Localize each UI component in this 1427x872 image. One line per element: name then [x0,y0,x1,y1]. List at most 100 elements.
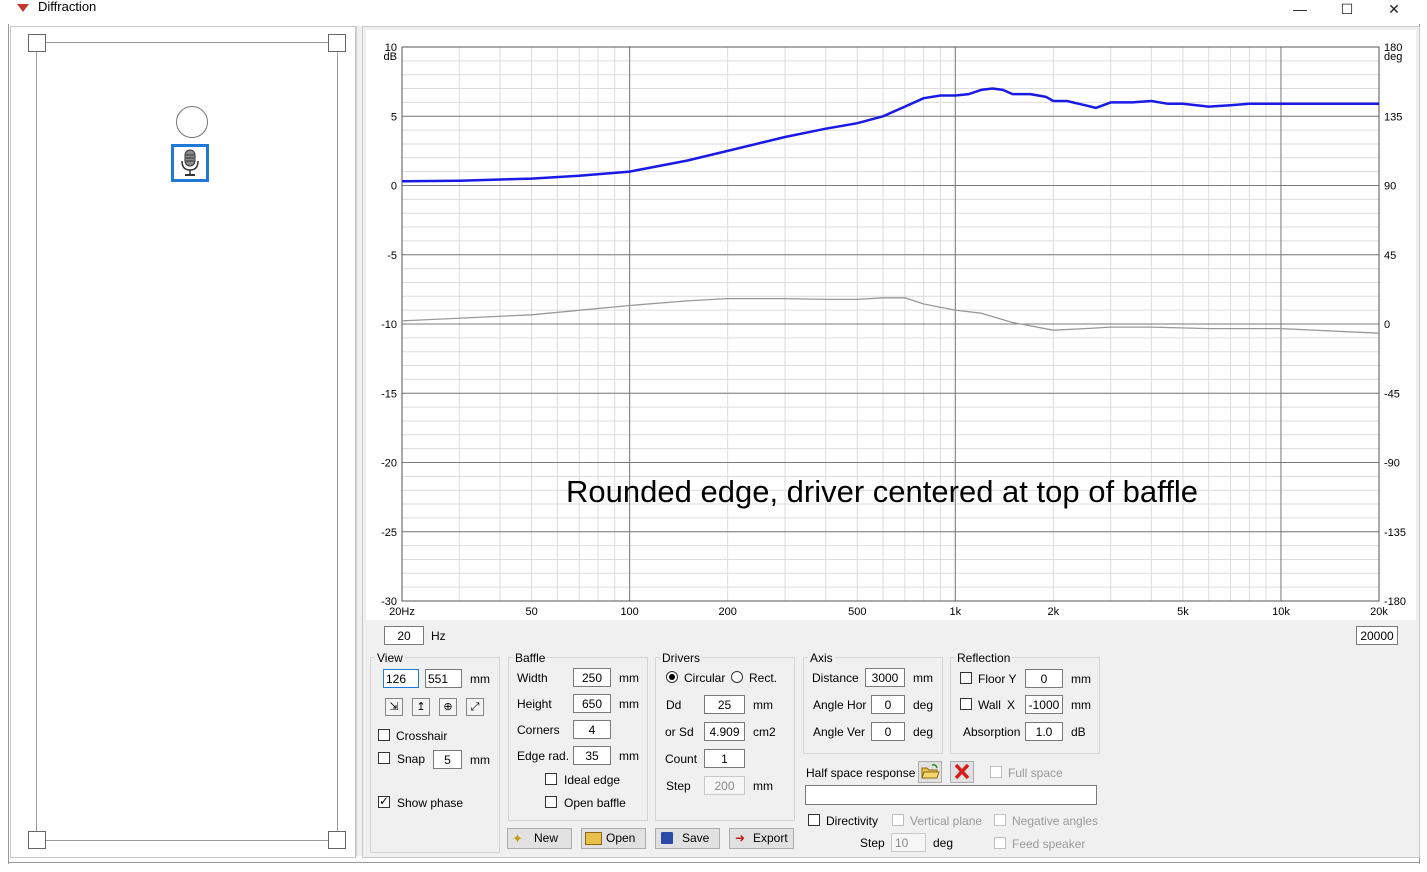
snap-label: Snap [397,752,426,766]
range-max-field[interactable]: 20000 [1356,626,1398,645]
axis-group-title: Axis [808,651,835,665]
full-space-checkbox[interactable] [990,766,1002,778]
y2-tick-label: 45 [1384,250,1396,262]
distance-field[interactable]: 3000 [865,668,905,687]
sd-field[interactable]: 4.909 [704,722,745,741]
window-frame-bottom [8,862,1420,863]
fit-view-icon[interactable]: ⤢ [466,698,484,716]
floor-label: Floor Y [978,672,1017,686]
wall-label: Wall [978,698,1001,712]
angle-ver-field[interactable]: 0 [871,722,905,741]
window-menu-icon[interactable] [17,4,29,12]
step-field[interactable]: 200 [704,776,745,795]
y2-tick-label: 0 [1384,319,1390,331]
range-min-field[interactable]: 20 [384,626,424,645]
absorption-field[interactable]: 1.0 [1025,722,1063,741]
dd-field[interactable]: 25 [704,695,745,714]
resize-handle-bottom-right[interactable] [328,831,346,849]
height-unit: mm [619,697,639,711]
dd-label: Dd [666,698,682,712]
resize-handle-top-right[interactable] [328,34,346,52]
title-bar: Diffraction — ☐ ✕ [0,0,1427,24]
circular-label: Circular [684,671,726,685]
feed-speaker-checkbox[interactable] [994,837,1006,849]
vertical-plane-checkbox[interactable] [892,814,904,826]
directivity-step-field[interactable]: 10 [891,833,926,852]
width-unit: mm [619,671,639,685]
microphone-icon[interactable] [171,144,209,182]
zoom-height-icon[interactable]: ↥ [412,698,430,716]
wall-field[interactable]: -1000 [1025,695,1063,714]
baffle-group-title: Baffle [513,651,548,665]
distance-label: Distance [812,671,859,685]
negative-angles-checkbox[interactable] [994,814,1006,826]
floor-field[interactable]: 0 [1025,669,1063,688]
zoom-out-icon[interactable]: ⇲ [385,698,403,716]
view-y-field[interactable]: 551 [425,669,462,688]
height-field[interactable]: 650 [573,694,611,713]
snap-checkbox[interactable] [378,752,390,764]
show-phase-checkbox[interactable] [378,794,390,808]
minimize-button[interactable]: — [1280,0,1320,22]
show-phase-label: Show phase [397,796,464,810]
zoom-in-icon[interactable]: ⊕ [439,698,457,716]
ideal-edge-checkbox[interactable] [545,773,557,785]
maximize-button[interactable]: ☐ [1327,0,1367,22]
width-field[interactable]: 250 [573,668,611,687]
wall-unit: mm [1071,698,1091,712]
rect-radio[interactable] [731,671,743,683]
half-space-path-field[interactable] [805,785,1097,805]
y-tick-label: -10 [381,319,397,331]
circular-radio[interactable] [666,671,678,683]
chart-svg[interactable]: 1050-5-10-15-20-25-30dB18013590450-45-90… [366,30,1416,620]
snap-field[interactable]: 5 [433,750,462,769]
sd-label: or Sd [665,725,694,739]
open-button-label: Open [606,831,636,845]
directivity-label: Directivity [826,814,879,828]
floor-checkbox[interactable] [960,672,972,684]
resize-handle-top-left[interactable] [28,34,46,52]
open-folder-button-icon [585,832,602,845]
baffle-view-panel[interactable] [10,26,356,858]
step-label: Step [666,779,691,793]
resize-handle-bottom-left[interactable] [28,831,46,849]
crosshair-checkbox[interactable] [378,729,390,741]
negative-angles-label: Negative angles [1012,814,1099,828]
x-tick-label: 100 [620,606,638,618]
open-folder-icon[interactable] [918,761,942,783]
delete-icon[interactable] [950,761,974,783]
save-disk-icon [661,832,673,844]
view-group-title: View [375,651,405,665]
y-tick-label: -15 [381,388,397,400]
new-button-label: New [534,831,559,845]
response-chart[interactable]: 10 5 0 -5 -10 -15 -20 -25 -30 dB 180 135 90 45 0 -45 -90… [366,30,1416,620]
open-baffle-checkbox[interactable] [545,796,557,808]
height-label: Height [517,697,552,711]
edge-radius-unit: mm [619,749,639,763]
close-button[interactable]: ✕ [1374,0,1414,22]
wall-checkbox[interactable] [960,698,972,710]
save-button[interactable]: Save [655,828,720,849]
absorption-label: Absorption [963,725,1021,739]
full-space-label: Full space [1008,766,1063,780]
edge-radius-field[interactable]: 35 [573,746,611,765]
new-button[interactable]: ✦ New [507,828,572,849]
driver-circle[interactable] [176,106,208,138]
corners-field[interactable]: 4 [573,720,611,739]
y2-tick-label: -90 [1384,458,1400,470]
x-tick-label: 20Hz [389,606,415,618]
export-button[interactable]: ➜ Export [729,828,794,849]
view-x-field[interactable]: 126 [383,669,419,688]
angle-hor-unit: deg [913,698,934,712]
open-button[interactable]: Open [581,828,646,849]
directivity-checkbox[interactable] [808,814,820,826]
crosshair-label: Crosshair [396,729,448,743]
ideal-edge-label: Ideal edge [564,773,621,787]
y-axis-unit: dB [384,51,397,63]
angle-hor-field[interactable]: 0 [871,695,905,714]
window-frame-left [8,24,9,864]
export-arrow-icon: ➜ [735,831,746,845]
count-field[interactable]: 1 [704,749,745,768]
drivers-group-title: Drivers [660,651,702,665]
y2-tick-label: 135 [1384,111,1402,123]
